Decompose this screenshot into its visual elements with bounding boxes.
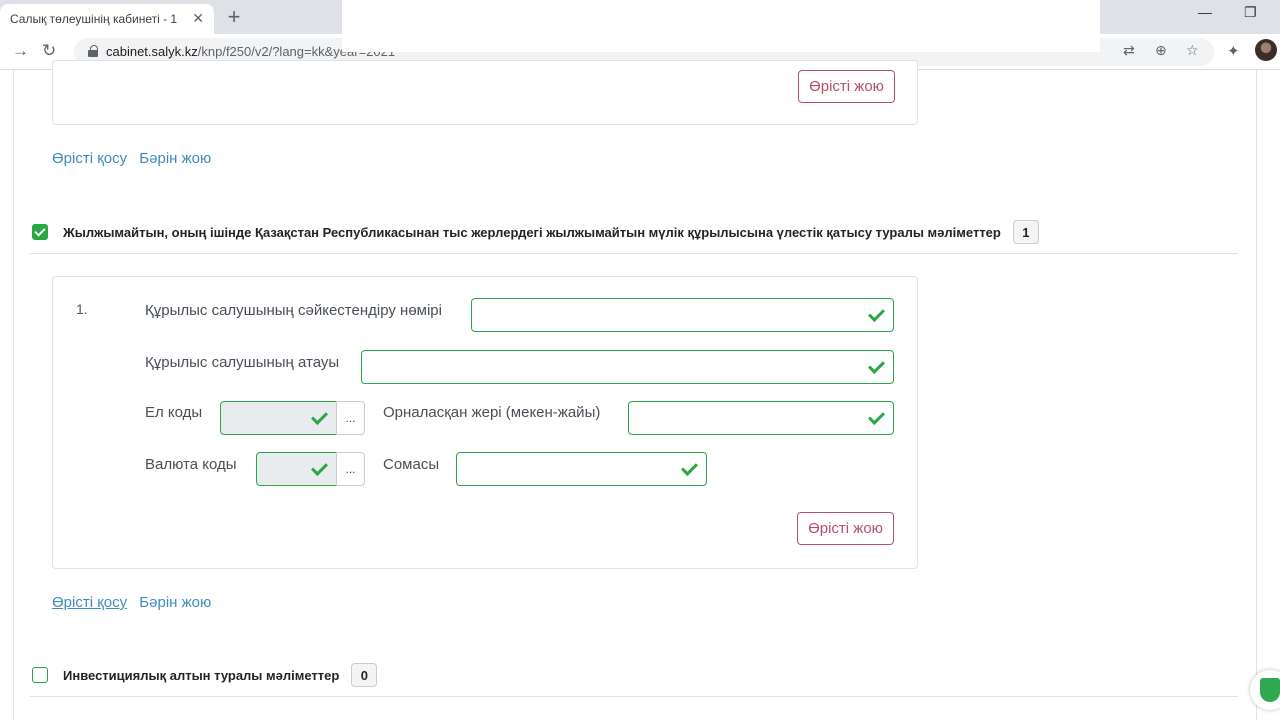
section-checkbox[interactable] [32, 224, 48, 240]
lock-icon [88, 45, 98, 57]
currency-code-picker-button[interactable]: ... [336, 452, 365, 486]
section-real-estate: Жылжымайтын, оның ішінде Қазақстан Респу… [32, 220, 1039, 244]
minimize-button[interactable]: — [1198, 4, 1212, 20]
divider [30, 696, 1238, 697]
location-field[interactable] [628, 401, 894, 435]
add-field-link[interactable]: Өрісті қосу [52, 594, 127, 611]
add-field-link[interactable]: Өрісті қосу [52, 150, 127, 167]
developer-name-input[interactable] [362, 351, 893, 383]
developer-id-label: Құрылыс салушының сәйкестендіру нөмірі [145, 302, 442, 319]
translate-icon[interactable]: ⇄ [1123, 42, 1135, 59]
new-tab-button[interactable]: + [224, 4, 244, 30]
developer-name-label: Құрылыс салушының атауы [145, 354, 340, 371]
section-title: Жылжымайтын, оның ішінде Қазақстан Респу… [63, 224, 1001, 240]
currency-code-label: Валюта коды [145, 456, 237, 473]
reload-icon[interactable]: ↻ [42, 41, 56, 61]
section-investment-gold: Инвестициялық алтын туралы мәліметтер 0 [32, 663, 378, 687]
remove-field-button[interactable]: Өрісті жою [798, 70, 895, 103]
extensions-icon[interactable]: ✦ [1227, 42, 1240, 60]
remove-field-button[interactable]: Өрісті жою [797, 512, 894, 545]
section-checkbox[interactable] [32, 667, 48, 683]
currency-code-field[interactable] [256, 452, 337, 486]
location-input[interactable] [629, 402, 893, 434]
url-host: cabinet.salyk.kz [106, 44, 198, 59]
check-icon [681, 461, 697, 477]
remove-all-link[interactable]: Бәрін жою [139, 150, 211, 167]
remove-all-link[interactable]: Бәрін жою [139, 594, 211, 611]
amount-input[interactable] [457, 453, 706, 485]
check-icon [311, 410, 327, 426]
check-icon [311, 461, 327, 477]
amount-field[interactable] [456, 452, 707, 486]
count-badge: 1 [1012, 220, 1039, 244]
country-code-picker-button[interactable]: ... [336, 401, 365, 435]
avatar[interactable] [1255, 39, 1277, 61]
amount-label: Сомасы [383, 456, 440, 473]
star-icon[interactable]: ☆ [1186, 42, 1199, 59]
count-badge: 0 [351, 663, 378, 687]
developer-id-field[interactable] [471, 298, 894, 332]
browser-tab[interactable]: Салық төлеушінің кабинеті - 1 С ✕ [0, 4, 214, 34]
check-icon [868, 359, 884, 375]
tab-title: Салық төлеушінің кабинеті - 1 С [10, 12, 180, 26]
country-code-field[interactable] [220, 401, 337, 435]
zoom-icon[interactable]: ⊕ [1155, 42, 1167, 59]
back-arrow-icon[interactable]: → [12, 41, 29, 61]
developer-name-field[interactable] [361, 350, 894, 384]
field-actions: Өрісті қосу Бәрін жою [52, 594, 219, 611]
blank-overlay [342, 0, 1100, 52]
field-actions: Өрісті қосу Бәрін жою [52, 150, 219, 167]
check-icon [868, 410, 884, 426]
restore-button[interactable]: ❐ [1244, 4, 1257, 21]
close-icon[interactable]: ✕ [192, 10, 204, 27]
developer-id-input[interactable] [472, 299, 893, 331]
page-content: Өрісті жою Өрісті қосу Бәрін жою Жылжыма… [0, 60, 1280, 720]
row-number: 1. [76, 301, 88, 317]
previous-entry-card: Өрісті жою [52, 60, 918, 125]
country-code-label: Ел коды [145, 404, 203, 421]
location-label: Орналасқан жері (мекен-жайы) [383, 404, 601, 421]
check-icon [868, 307, 884, 323]
divider [30, 253, 1238, 254]
section-title: Инвестициялық алтын туралы мәліметтер [63, 667, 340, 683]
